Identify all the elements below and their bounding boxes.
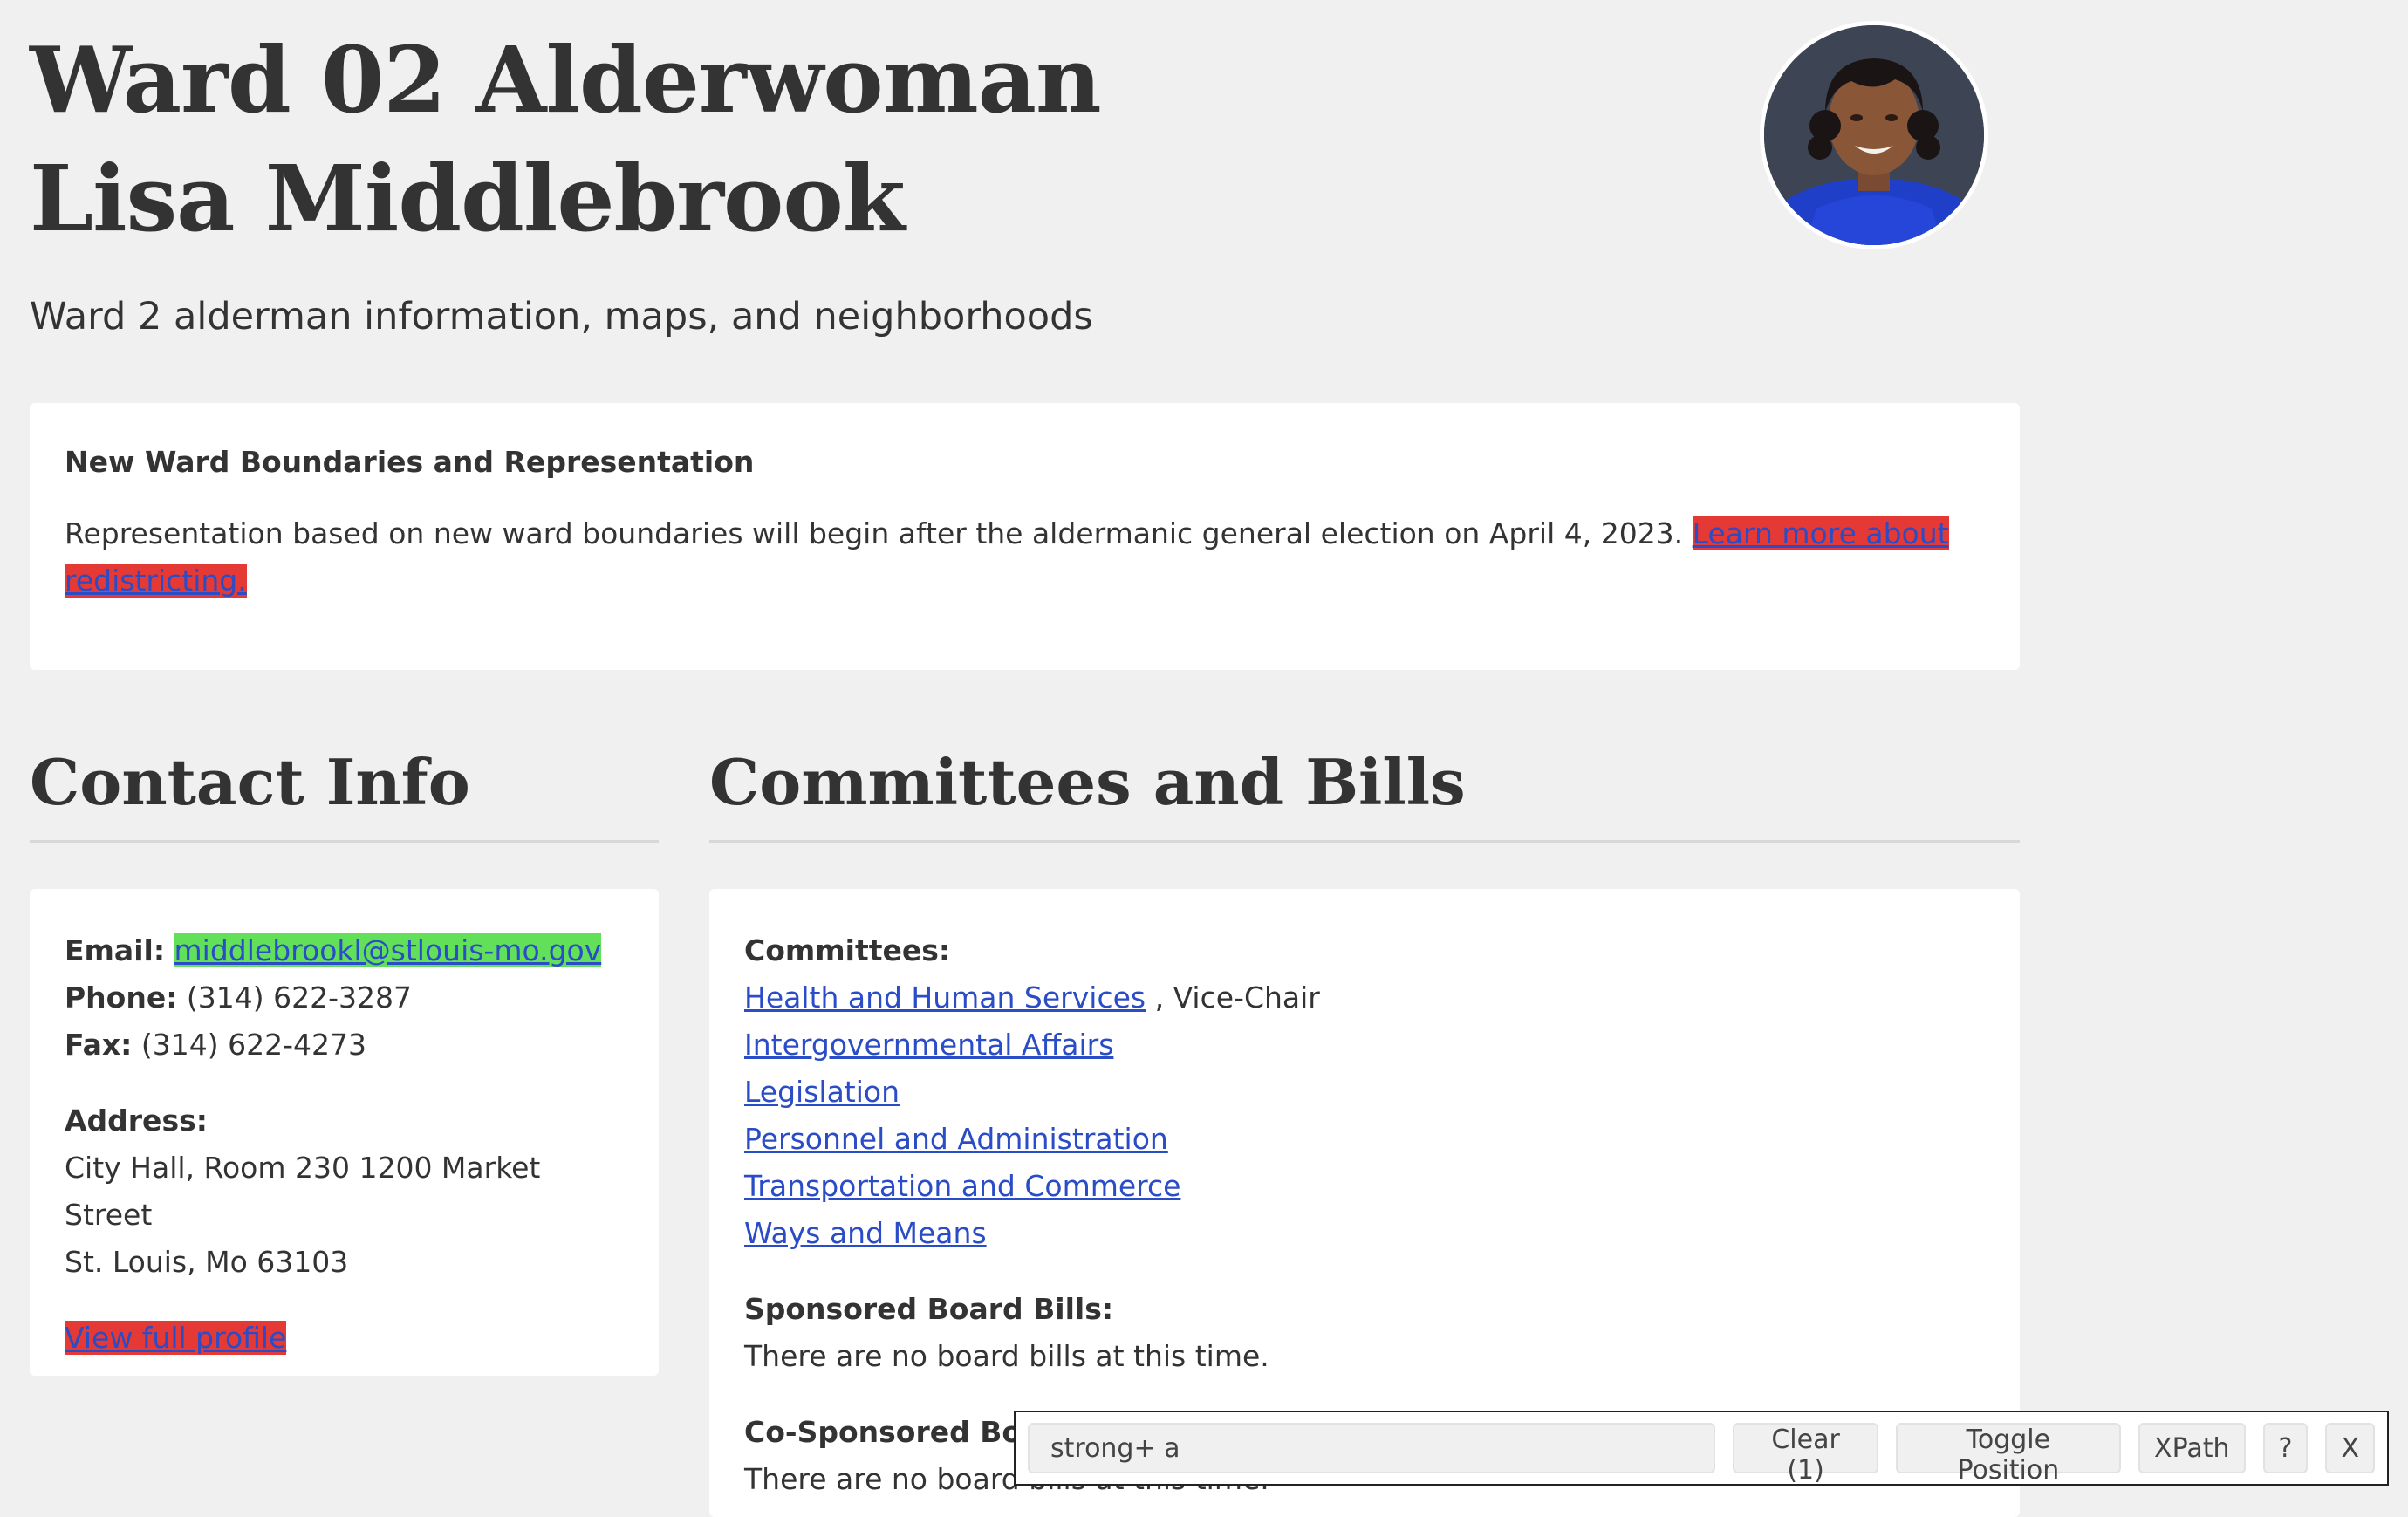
list-item: Personnel and Administration xyxy=(744,1116,1985,1163)
phone-value: (314) 622-3287 xyxy=(186,981,413,1015)
list-item: Health and Human Services , Vice-Chair xyxy=(744,974,1985,1022)
list-item: Ways and Means xyxy=(744,1210,1985,1257)
fax-value: (314) 622-4273 xyxy=(140,1028,366,1062)
sponsored-bills-text: There are no board bills at this time. xyxy=(744,1339,1269,1373)
profile-photo-icon xyxy=(1764,25,1984,245)
sponsored-bills-label: Sponsored Board Bills: xyxy=(744,1292,1114,1326)
notice-body: Representation based on new ward boundar… xyxy=(65,516,1684,550)
address-line1: City Hall, Room 230 1200 Market Street xyxy=(65,1151,541,1232)
committee-list: Health and Human Services , Vice-Chair I… xyxy=(744,974,1985,1257)
list-item: Transportation and Commerce xyxy=(744,1163,1985,1210)
divider xyxy=(709,840,2020,843)
toggle-position-button[interactable]: Toggle Position xyxy=(1895,1423,2122,1486)
selector-finder-bar: Clear (1) Toggle Position XPath ? X xyxy=(1014,1411,2389,1486)
selector-input[interactable] xyxy=(1028,1423,1716,1473)
profile-row: View full profile xyxy=(65,1315,624,1362)
page-title: Ward 02 Alderwoman Lisa Middlebrook xyxy=(30,26,1102,252)
email-label: Email: xyxy=(65,933,166,967)
list-item: Intergovernmental Affairs xyxy=(744,1022,1985,1069)
phone-row: Phone: (314) 622-3287 xyxy=(65,974,624,1022)
contact-card: Email: middlebrookl@stlouis-mo.gov Phone… xyxy=(30,889,659,1376)
divider xyxy=(30,840,659,843)
committees-heading: Committees and Bills xyxy=(709,745,1466,819)
phone-label: Phone: xyxy=(65,981,178,1015)
clear-button[interactable]: Clear (1) xyxy=(1733,1423,1878,1486)
page-subtitle: Ward 2 alderman information, maps, and n… xyxy=(30,295,1093,338)
close-button[interactable]: X xyxy=(2325,1423,2375,1473)
address-label: Address: xyxy=(65,1104,208,1138)
avatar xyxy=(1760,21,1988,249)
committee-link-intergovernmental[interactable]: Intergovernmental Affairs xyxy=(744,1028,1113,1062)
help-button[interactable]: ? xyxy=(2262,1423,2309,1473)
view-full-profile-link[interactable]: View full profile xyxy=(65,1321,287,1355)
notice-text: Representation based on new ward boundar… xyxy=(65,510,1985,605)
committees-label: Committees: xyxy=(744,933,951,967)
contact-info-heading: Contact Info xyxy=(30,745,470,819)
committee-link-legislation[interactable]: Legislation xyxy=(744,1075,900,1109)
list-item: Legislation xyxy=(744,1069,1985,1116)
committee-link-health[interactable]: Health and Human Services xyxy=(744,981,1146,1015)
fax-row: Fax: (314) 622-4273 xyxy=(65,1022,624,1069)
committee-link-transportation[interactable]: Transportation and Commerce xyxy=(744,1169,1180,1203)
email-link[interactable]: middlebrookl@stlouis-mo.gov xyxy=(174,933,602,967)
committee-link-ways-means[interactable]: Ways and Means xyxy=(744,1216,987,1250)
xpath-button[interactable]: XPath xyxy=(2138,1423,2246,1473)
notice-title: New Ward Boundaries and Representation xyxy=(65,445,755,479)
committee-role: , Vice-Chair xyxy=(1154,981,1320,1015)
address-line2: St. Louis, Mo 63103 xyxy=(65,1245,349,1279)
redistricting-notice: New Ward Boundaries and Representation R… xyxy=(30,403,2020,670)
committee-link-personnel[interactable]: Personnel and Administration xyxy=(744,1122,1168,1156)
fax-label: Fax: xyxy=(65,1028,133,1062)
email-row: Email: middlebrookl@stlouis-mo.gov xyxy=(65,927,624,974)
page-header: Ward 02 Alderwoman Lisa Middlebrook Ward… xyxy=(30,21,1251,338)
